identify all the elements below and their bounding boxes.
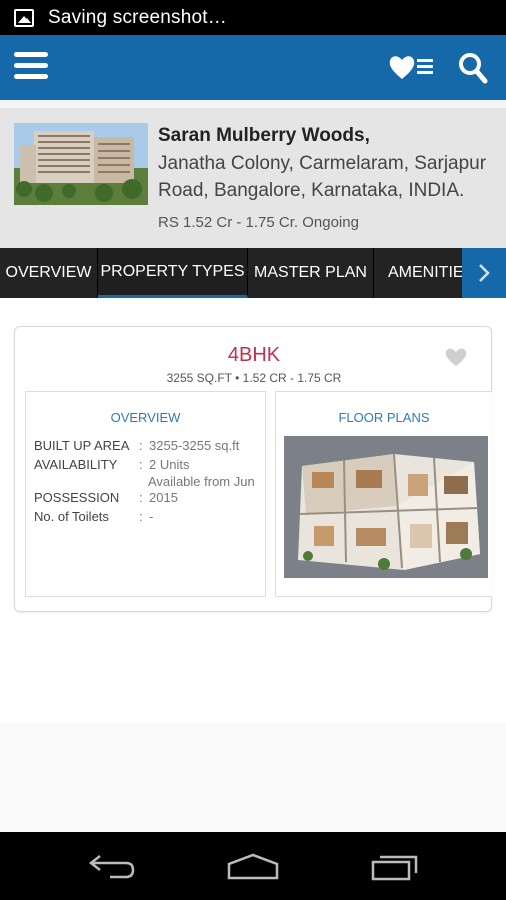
system-navigation-bar <box>0 832 506 900</box>
app-bar <box>0 35 506 100</box>
spec-colon: : <box>139 438 143 453</box>
tab-master-plan[interactable]: MASTER PLAN <box>248 248 374 298</box>
spec-label: AVAILABILITY <box>34 457 118 472</box>
tab-overview[interactable]: OVERVIEW <box>0 248 98 298</box>
floor-plans-panel-title: FLOOR PLANS <box>338 410 430 425</box>
image-icon <box>14 8 34 27</box>
unit-subtitle: 3255 SQ.FT • 1.52 CR - 1.75 CR <box>166 371 342 385</box>
content-area: 4BHK 3255 SQ.FT • 1.52 CR - 1.75 CR OVER… <box>0 298 506 832</box>
spec-colon: : <box>139 509 143 524</box>
spec-toilets: No. of Toilets : - <box>34 509 153 524</box>
heart-list-icon[interactable] <box>388 52 436 82</box>
heart-icon[interactable] <box>445 347 467 367</box>
project-price-status: RS 1.52 Cr - 1.75 Cr. Ongoing <box>158 214 359 231</box>
overview-panel-title: OVERVIEW <box>110 410 181 425</box>
spec-value: 2015 <box>149 490 178 505</box>
project-address: Janatha Colony, Carmelaram, Sarjapur Roa… <box>158 153 487 201</box>
tab-property-types[interactable]: PROPERTY TYPES <box>98 248 248 298</box>
spec-colon: : <box>139 490 143 505</box>
chevron-right-icon <box>479 264 490 282</box>
status-bar: Saving screenshot… <box>0 0 506 35</box>
search-icon[interactable] <box>458 52 488 84</box>
hamburger-menu-icon[interactable] <box>14 52 48 82</box>
spec-availability-detail: Available from Jun <box>148 474 255 489</box>
tab-scroll-right-button[interactable] <box>462 248 506 298</box>
home-icon[interactable] <box>226 852 280 880</box>
spec-value: - <box>149 509 154 524</box>
spec-colon: : <box>139 457 143 472</box>
project-header: Saran Mulberry Woods, Janatha Colony, Ca… <box>0 108 506 248</box>
spec-label: BUILT UP AREA <box>34 438 130 453</box>
spec-value: 2 Units <box>149 457 190 472</box>
spec-label: POSSESSION <box>34 490 120 505</box>
floor-plans-panel: FLOOR PLANS <box>275 391 492 597</box>
spec-label: No. of Toilets <box>34 509 109 524</box>
spec-value: 3255-3255 sq.ft <box>149 438 240 453</box>
unit-title: 4BHK <box>227 344 281 366</box>
project-thumbnail[interactable] <box>14 123 148 205</box>
project-name: Saran Mulberry Woods, <box>158 125 370 146</box>
spec-possession: POSSESSION : 2015 <box>34 490 178 505</box>
back-icon[interactable] <box>88 852 136 880</box>
floor-plan-image[interactable] <box>284 436 488 578</box>
spec-availability: AVAILABILITY : 2 Units <box>34 457 189 472</box>
recent-apps-icon[interactable] <box>370 852 420 882</box>
tab-bar: OVERVIEW PROPERTY TYPES MASTER PLAN AMEN… <box>0 248 506 298</box>
spec-built-up-area: BUILT UP AREA : 3255-3255 sq.ft <box>34 438 239 453</box>
tab-amenities[interactable]: AMENITIES <box>374 248 474 298</box>
overview-panel: OVERVIEW BUILT UP AREA : 3255-3255 sq.ft… <box>25 391 266 597</box>
status-text: Saving screenshot… <box>48 6 227 28</box>
unit-card[interactable]: 4BHK 3255 SQ.FT • 1.52 CR - 1.75 CR OVER… <box>14 326 492 612</box>
divider <box>0 100 506 108</box>
